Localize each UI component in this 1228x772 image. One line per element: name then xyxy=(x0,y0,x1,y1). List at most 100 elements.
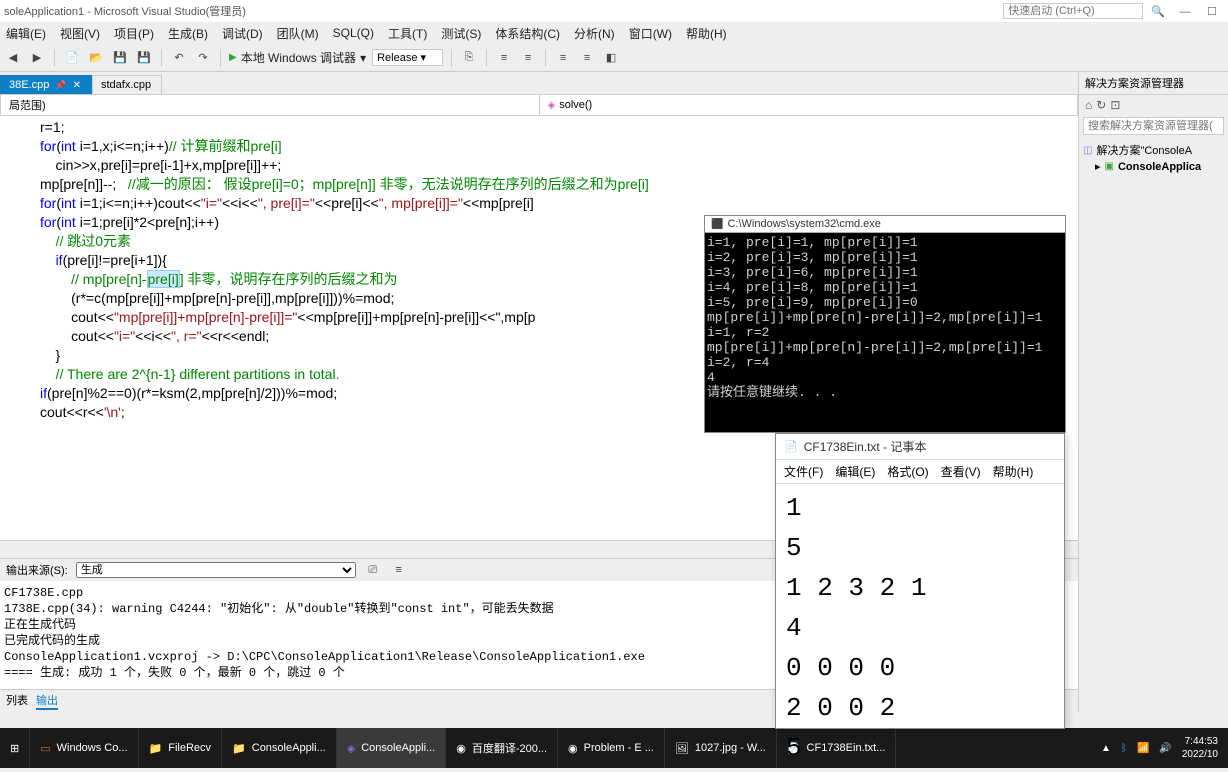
expand-icon[interactable]: ▸ xyxy=(1095,160,1101,173)
indent-icon[interactable]: ≡ xyxy=(495,49,513,67)
redo-icon[interactable]: ↷ xyxy=(194,49,212,67)
notepad-window[interactable]: 📄 CF1738Ein.txt - 记事本 文件(F) 编辑(E) 格式(O) … xyxy=(775,433,1065,729)
config-select[interactable]: Release ▾ xyxy=(372,49,443,66)
panel-title: 解决方案资源管理器 xyxy=(1079,72,1228,95)
menu-item[interactable]: 测试(S) xyxy=(441,25,481,42)
menu-item[interactable]: 视图(V) xyxy=(60,25,100,42)
menu-item[interactable]: 项目(P) xyxy=(114,25,154,42)
np-menu-item[interactable]: 查看(V) xyxy=(941,463,981,480)
menu-item[interactable]: 生成(B) xyxy=(168,25,208,42)
clear-output-icon[interactable]: ⎚ xyxy=(364,561,382,579)
menu-item[interactable]: SQL(Q) xyxy=(333,26,374,40)
chrome-icon: ◉ xyxy=(568,742,578,755)
np-menu-item[interactable]: 文件(F) xyxy=(784,463,823,480)
menu-item[interactable]: 调试(D) xyxy=(222,25,263,42)
chrome-icon: ◉ xyxy=(456,742,466,755)
menu-item[interactable]: 分析(N) xyxy=(574,25,615,42)
cmd-window[interactable]: ⬛ C:\Windows\system32\cmd.exe i=1, pre[i… xyxy=(704,215,1066,433)
open-icon[interactable]: 📂 xyxy=(87,49,105,67)
notepad-titlebar[interactable]: 📄 CF1738Ein.txt - 记事本 xyxy=(776,434,1064,460)
taskbar-item[interactable]: 📁ConsoleAppli... xyxy=(222,728,337,768)
forward-icon[interactable]: ▶ xyxy=(28,49,46,67)
solution-search-input[interactable] xyxy=(1083,117,1224,135)
network-icon[interactable]: 📶 xyxy=(1137,743,1149,754)
system-tray: ▲ ᛒ 📶 🔊 7:44:53 2022/10 xyxy=(1091,735,1228,761)
taskbar-item[interactable]: 📁FileRecv xyxy=(139,728,223,768)
tab-inactive[interactable]: stdafx.cpp xyxy=(92,75,162,94)
uncomment-icon[interactable]: ≡ xyxy=(578,49,596,67)
chevron-down-icon: ▾ xyxy=(360,51,366,65)
tray-icon[interactable]: ▲ xyxy=(1101,743,1111,754)
solution-node[interactable]: ◫ 解决方案"ConsoleA xyxy=(1083,141,1224,159)
pin-icon[interactable]: 📌 xyxy=(55,80,66,91)
outdent-icon[interactable]: ≡ xyxy=(519,49,537,67)
window-buttons: — ☐ xyxy=(1173,5,1224,18)
notepad-body[interactable]: 1 5 1 2 3 2 1 4 0 0 0 0 2 0 0 2 5 xyxy=(776,484,1064,772)
np-menu-item[interactable]: 编辑(E) xyxy=(835,463,875,480)
step-icon[interactable]: ⎘ xyxy=(460,49,478,67)
notepad-menu: 文件(F) 编辑(E) 格式(O) 查看(V) 帮助(H) xyxy=(776,460,1064,484)
taskbar-item[interactable]: ◉Problem - E ... xyxy=(558,728,665,768)
wrap-icon[interactable]: ≡ xyxy=(390,561,408,579)
play-icon: ▶ xyxy=(229,52,237,63)
menubar: 编辑(E) 视图(V) 项目(P) 生成(B) 调试(D) 团队(M) SQL(… xyxy=(0,22,1228,44)
project-icon: ▣ xyxy=(1105,161,1114,172)
undo-icon[interactable]: ↶ xyxy=(170,49,188,67)
taskbar-item[interactable]: ▭Windows Co... xyxy=(30,728,138,768)
save-icon[interactable]: 💾 xyxy=(111,49,129,67)
nav-bar: 局范围) ◈ solve() xyxy=(0,94,1078,116)
menu-item[interactable]: 工具(T) xyxy=(388,25,427,42)
bookmark-icon[interactable]: ◧ xyxy=(602,49,620,67)
menu-item[interactable]: 窗口(W) xyxy=(629,25,672,42)
scope-dropdown[interactable]: 局范围) xyxy=(1,95,540,115)
saveall-icon[interactable]: 💾 xyxy=(135,49,153,67)
output-source-select[interactable]: 生成 xyxy=(76,562,356,578)
project-node[interactable]: ▸ ▣ ConsoleApplica xyxy=(1083,159,1224,174)
back-icon[interactable]: ◀ xyxy=(4,49,22,67)
taskbar-item[interactable]: ◉百度翻译-200... xyxy=(446,728,558,768)
volume-icon[interactable]: 🔊 xyxy=(1159,743,1171,754)
output-source-label: 输出来源(S): xyxy=(6,562,68,578)
method-icon: ◈ xyxy=(548,100,556,111)
home-icon[interactable]: ⌂ xyxy=(1085,98,1092,112)
menu-item[interactable]: 帮助(H) xyxy=(686,25,727,42)
vs-icon: ◈ xyxy=(347,742,355,755)
solution-icon: ◫ xyxy=(1083,145,1092,156)
panel-toolbar: ⌂ ↻ ⊡ xyxy=(1079,95,1228,115)
taskbar-item[interactable]: 🖼1027.jpg - W... xyxy=(665,728,777,768)
menu-item[interactable]: 团队(M) xyxy=(277,25,319,42)
output-tab[interactable]: 列表 xyxy=(6,692,28,710)
tab-strip: 38E.cpp 📌 ✕ stdafx.cpp xyxy=(0,72,1078,94)
solution-tree[interactable]: ◫ 解决方案"ConsoleA ▸ ▣ ConsoleApplica xyxy=(1079,137,1228,178)
cmd-titlebar[interactable]: ⬛ C:\Windows\system32\cmd.exe xyxy=(705,216,1065,233)
window-title: soleApplication1 - Microsoft Visual Stud… xyxy=(4,3,246,19)
np-menu-item[interactable]: 格式(O) xyxy=(887,463,928,480)
cmd-icon: ⬛ xyxy=(711,219,723,230)
solution-explorer: 解决方案资源管理器 ⌂ ↻ ⊡ ◫ 解决方案"ConsoleA ▸ ▣ Cons… xyxy=(1078,72,1228,712)
start-button[interactable]: ⊞ xyxy=(0,728,30,768)
refresh-icon[interactable]: ↻ xyxy=(1096,98,1106,112)
taskbar-item-active[interactable]: ◈ConsoleAppli... xyxy=(337,728,446,768)
menu-item[interactable]: 体系结构(C) xyxy=(495,25,560,42)
close-icon[interactable]: ✕ xyxy=(73,80,81,91)
cmd-output: i=1, pre[i]=1, mp[pre[i]]=1 i=2, pre[i]=… xyxy=(705,233,1065,432)
quick-launch-input[interactable] xyxy=(1003,3,1143,19)
maximize-button[interactable]: ☐ xyxy=(1200,5,1224,18)
tab-active[interactable]: 38E.cpp 📌 ✕ xyxy=(0,75,92,94)
start-debug-button[interactable]: ▶ 本地 Windows 调试器 ▾ xyxy=(229,49,366,66)
clock[interactable]: 7:44:53 2022/10 xyxy=(1182,735,1218,761)
output-tab-active[interactable]: 输出 xyxy=(36,692,58,710)
np-menu-item[interactable]: 帮助(H) xyxy=(993,463,1034,480)
collapse-icon[interactable]: ⊡ xyxy=(1110,98,1120,112)
search-icon: 🔍 xyxy=(1151,5,1165,18)
image-icon: 🖼 xyxy=(675,742,689,755)
menu-item[interactable]: 编辑(E) xyxy=(6,25,46,42)
notepad-icon: 📄 xyxy=(784,440,798,453)
function-dropdown[interactable]: ◈ solve() xyxy=(540,97,1078,113)
minimize-button[interactable]: — xyxy=(1173,6,1197,18)
folder-icon: 📁 xyxy=(149,742,163,755)
comment-icon[interactable]: ≡ xyxy=(554,49,572,67)
explorer-icon: ▭ xyxy=(40,742,50,755)
bluetooth-icon[interactable]: ᛒ xyxy=(1121,743,1127,754)
new-icon[interactable]: 📄 xyxy=(63,49,81,67)
